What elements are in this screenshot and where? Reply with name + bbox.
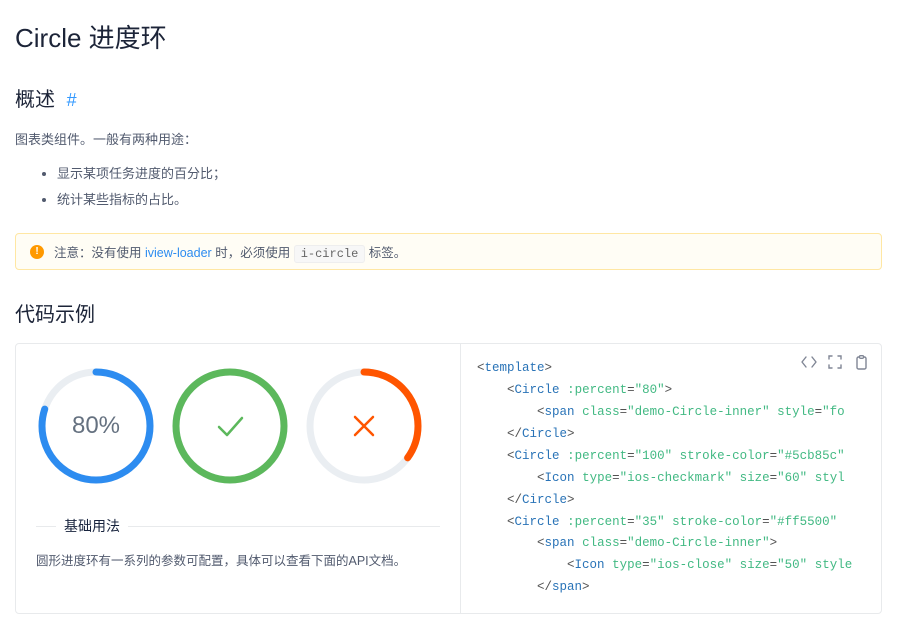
overview-bullets: 显示某项任务进度的百分比； 统计某些指标的占比。 bbox=[15, 161, 882, 213]
examples-heading: 代码示例 bbox=[15, 298, 882, 327]
demo-card: 80% bbox=[15, 343, 882, 614]
bullet-item: 统计某些指标的占比。 bbox=[57, 187, 882, 213]
alert-suffix: 标签。 bbox=[369, 246, 407, 260]
demo-code: <template> <Circle :percent="80"> <span … bbox=[461, 344, 881, 613]
alert-link[interactable]: iview-loader bbox=[145, 246, 212, 260]
warning-alert: ! 注意：没有使用 iview-loader 时，必须使用 i-circle 标… bbox=[15, 233, 882, 270]
checkmark-icon bbox=[170, 366, 290, 486]
overview-heading: 概述 # bbox=[15, 83, 882, 112]
code-actions bbox=[801, 354, 869, 370]
alert-prefix: 注意：没有使用 bbox=[54, 246, 142, 260]
close-icon bbox=[304, 366, 424, 486]
alert-mid: 时，必须使用 bbox=[215, 246, 290, 260]
circle-progress-100 bbox=[170, 366, 290, 486]
circle-progress-80: 80% bbox=[36, 366, 156, 486]
alert-text: 注意：没有使用 iview-loader 时，必须使用 i-circle 标签。 bbox=[54, 242, 406, 261]
copy-icon[interactable] bbox=[853, 354, 869, 370]
demo-title-wrap: 基础用法 bbox=[36, 516, 440, 536]
overview-desc: 图表类组件。一般有两种用途： bbox=[15, 128, 882, 151]
code-icon[interactable] bbox=[801, 354, 817, 370]
expand-icon[interactable] bbox=[827, 354, 843, 370]
bullet-item: 显示某项任务进度的百分比； bbox=[57, 161, 882, 187]
demo-title: 基础用法 bbox=[56, 516, 128, 536]
warning-icon: ! bbox=[30, 245, 44, 259]
circle-label: 80% bbox=[36, 366, 156, 486]
anchor-link[interactable]: # bbox=[67, 90, 77, 110]
circle-progress-35 bbox=[304, 366, 424, 486]
demo-preview: 80% bbox=[16, 344, 461, 613]
code-block: <template> <Circle :percent="80"> <span … bbox=[477, 358, 881, 599]
page-title: Circle 进度环 bbox=[15, 18, 882, 55]
demo-desc: 圆形进度环有一系列的参数可配置，具体可以查看下面的API文档。 bbox=[36, 550, 440, 573]
alert-code: i-circle bbox=[294, 245, 366, 263]
overview-heading-text: 概述 bbox=[15, 89, 55, 111]
circles-row: 80% bbox=[36, 366, 440, 486]
